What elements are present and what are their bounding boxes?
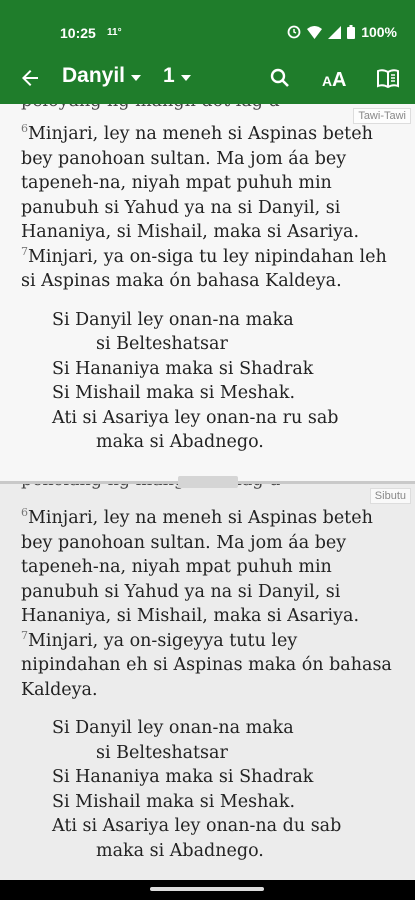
verse-number: 6 xyxy=(21,122,28,136)
chevron-down-icon xyxy=(180,74,191,81)
battery-percent: 100% xyxy=(361,24,397,40)
clipped-line: peloyang ng mangh dot lag d xyxy=(21,104,280,111)
book-icon[interactable] xyxy=(376,66,400,90)
poem-line: Si Mishail maka si Meshak. xyxy=(52,383,296,403)
verse-paragraph: 6Minjari, ley na meneh si Aspinas beteh … xyxy=(21,122,401,294)
alarm-icon xyxy=(287,25,301,39)
verse-text: 6Minjari, ley na meneh si Aspinas beteh … xyxy=(21,122,401,455)
chapter-number: 1 xyxy=(163,64,175,87)
wifi-icon xyxy=(307,25,323,39)
poem-line: Ati si Asariya ley onan-na du sab xyxy=(52,816,342,836)
poem-line: maka si Abadnego. xyxy=(96,432,264,452)
verse-number: 6 xyxy=(21,506,28,520)
poem-line: Si Mishail maka si Meshak. xyxy=(52,791,296,812)
translation-pane-bottom[interactable]: pekelang ng mangh dot lag d Sibutu 6Minj… xyxy=(0,482,415,880)
status-temperature: 11° xyxy=(107,27,122,38)
book-selector[interactable]: Danyil xyxy=(62,64,142,88)
poem-line: maka si Abadnego. xyxy=(96,840,264,861)
verse-paragraph: 6Minjari, ley na meneh si Aspinas beteh … xyxy=(21,506,401,702)
poem-line: Ati si Asariya ley onan-na ru sab xyxy=(52,407,339,428)
back-arrow-icon[interactable] xyxy=(18,66,42,90)
status-icons: 100% xyxy=(287,24,397,40)
svg-text:A: A xyxy=(322,73,332,89)
verse-6-text: Minjari, ley na meneh si Aspinas beteh b… xyxy=(21,508,373,626)
translation-label[interactable]: Sibutu xyxy=(369,488,411,504)
search-icon[interactable] xyxy=(268,66,292,90)
poem-line: Si Hananiya maka si Shadrak xyxy=(52,767,314,787)
chevron-down-icon xyxy=(131,74,142,81)
poem-block: Si Danyil ley onan-na maka si Belteshats… xyxy=(21,716,401,863)
home-gesture-handle[interactable] xyxy=(150,887,264,891)
verse-number: 7 xyxy=(21,244,28,258)
verse-text: 6Minjari, ley na meneh si Aspinas beteh … xyxy=(21,506,401,863)
poem-line: si Belteshatsar xyxy=(96,334,228,354)
verse-number: 7 xyxy=(21,628,28,642)
status-bar: 10:25 11° 100% xyxy=(0,0,415,52)
book-name: Danyil xyxy=(62,64,126,87)
resize-handle[interactable] xyxy=(178,476,238,488)
poem-line: si Belteshatsar xyxy=(96,742,228,763)
signal-icon xyxy=(328,25,342,39)
verse-6-text: Minjari, ley na meneh si Aspinas beteh b… xyxy=(21,124,373,242)
svg-text:A: A xyxy=(332,69,346,90)
app-toolbar: Danyil 1 AA xyxy=(0,52,415,104)
battery-icon xyxy=(347,25,356,39)
chapter-selector[interactable]: 1 xyxy=(163,64,191,88)
poem-line: Si Danyil ley onan-na maka xyxy=(52,309,294,330)
text-size-icon[interactable]: AA xyxy=(322,66,350,90)
poem-block: Si Danyil ley onan-na maka si Belteshats… xyxy=(21,308,401,455)
translation-pane-top[interactable]: peloyang ng mangh dot lag d Tawi-Tawi 6M… xyxy=(0,104,415,482)
verse-7-text: Minjari, ya on-siga tu ley nipindahan le… xyxy=(21,246,387,292)
poem-line: Si Danyil ley onan-na maka xyxy=(52,718,294,738)
verse-7-text: Minjari, ya on-sigeyya tutu ley nipindah… xyxy=(21,630,392,700)
poem-line: Si Hananiya maka si Shadrak xyxy=(52,358,314,379)
status-time: 10:25 xyxy=(60,25,96,41)
navigation-bar xyxy=(0,880,415,900)
